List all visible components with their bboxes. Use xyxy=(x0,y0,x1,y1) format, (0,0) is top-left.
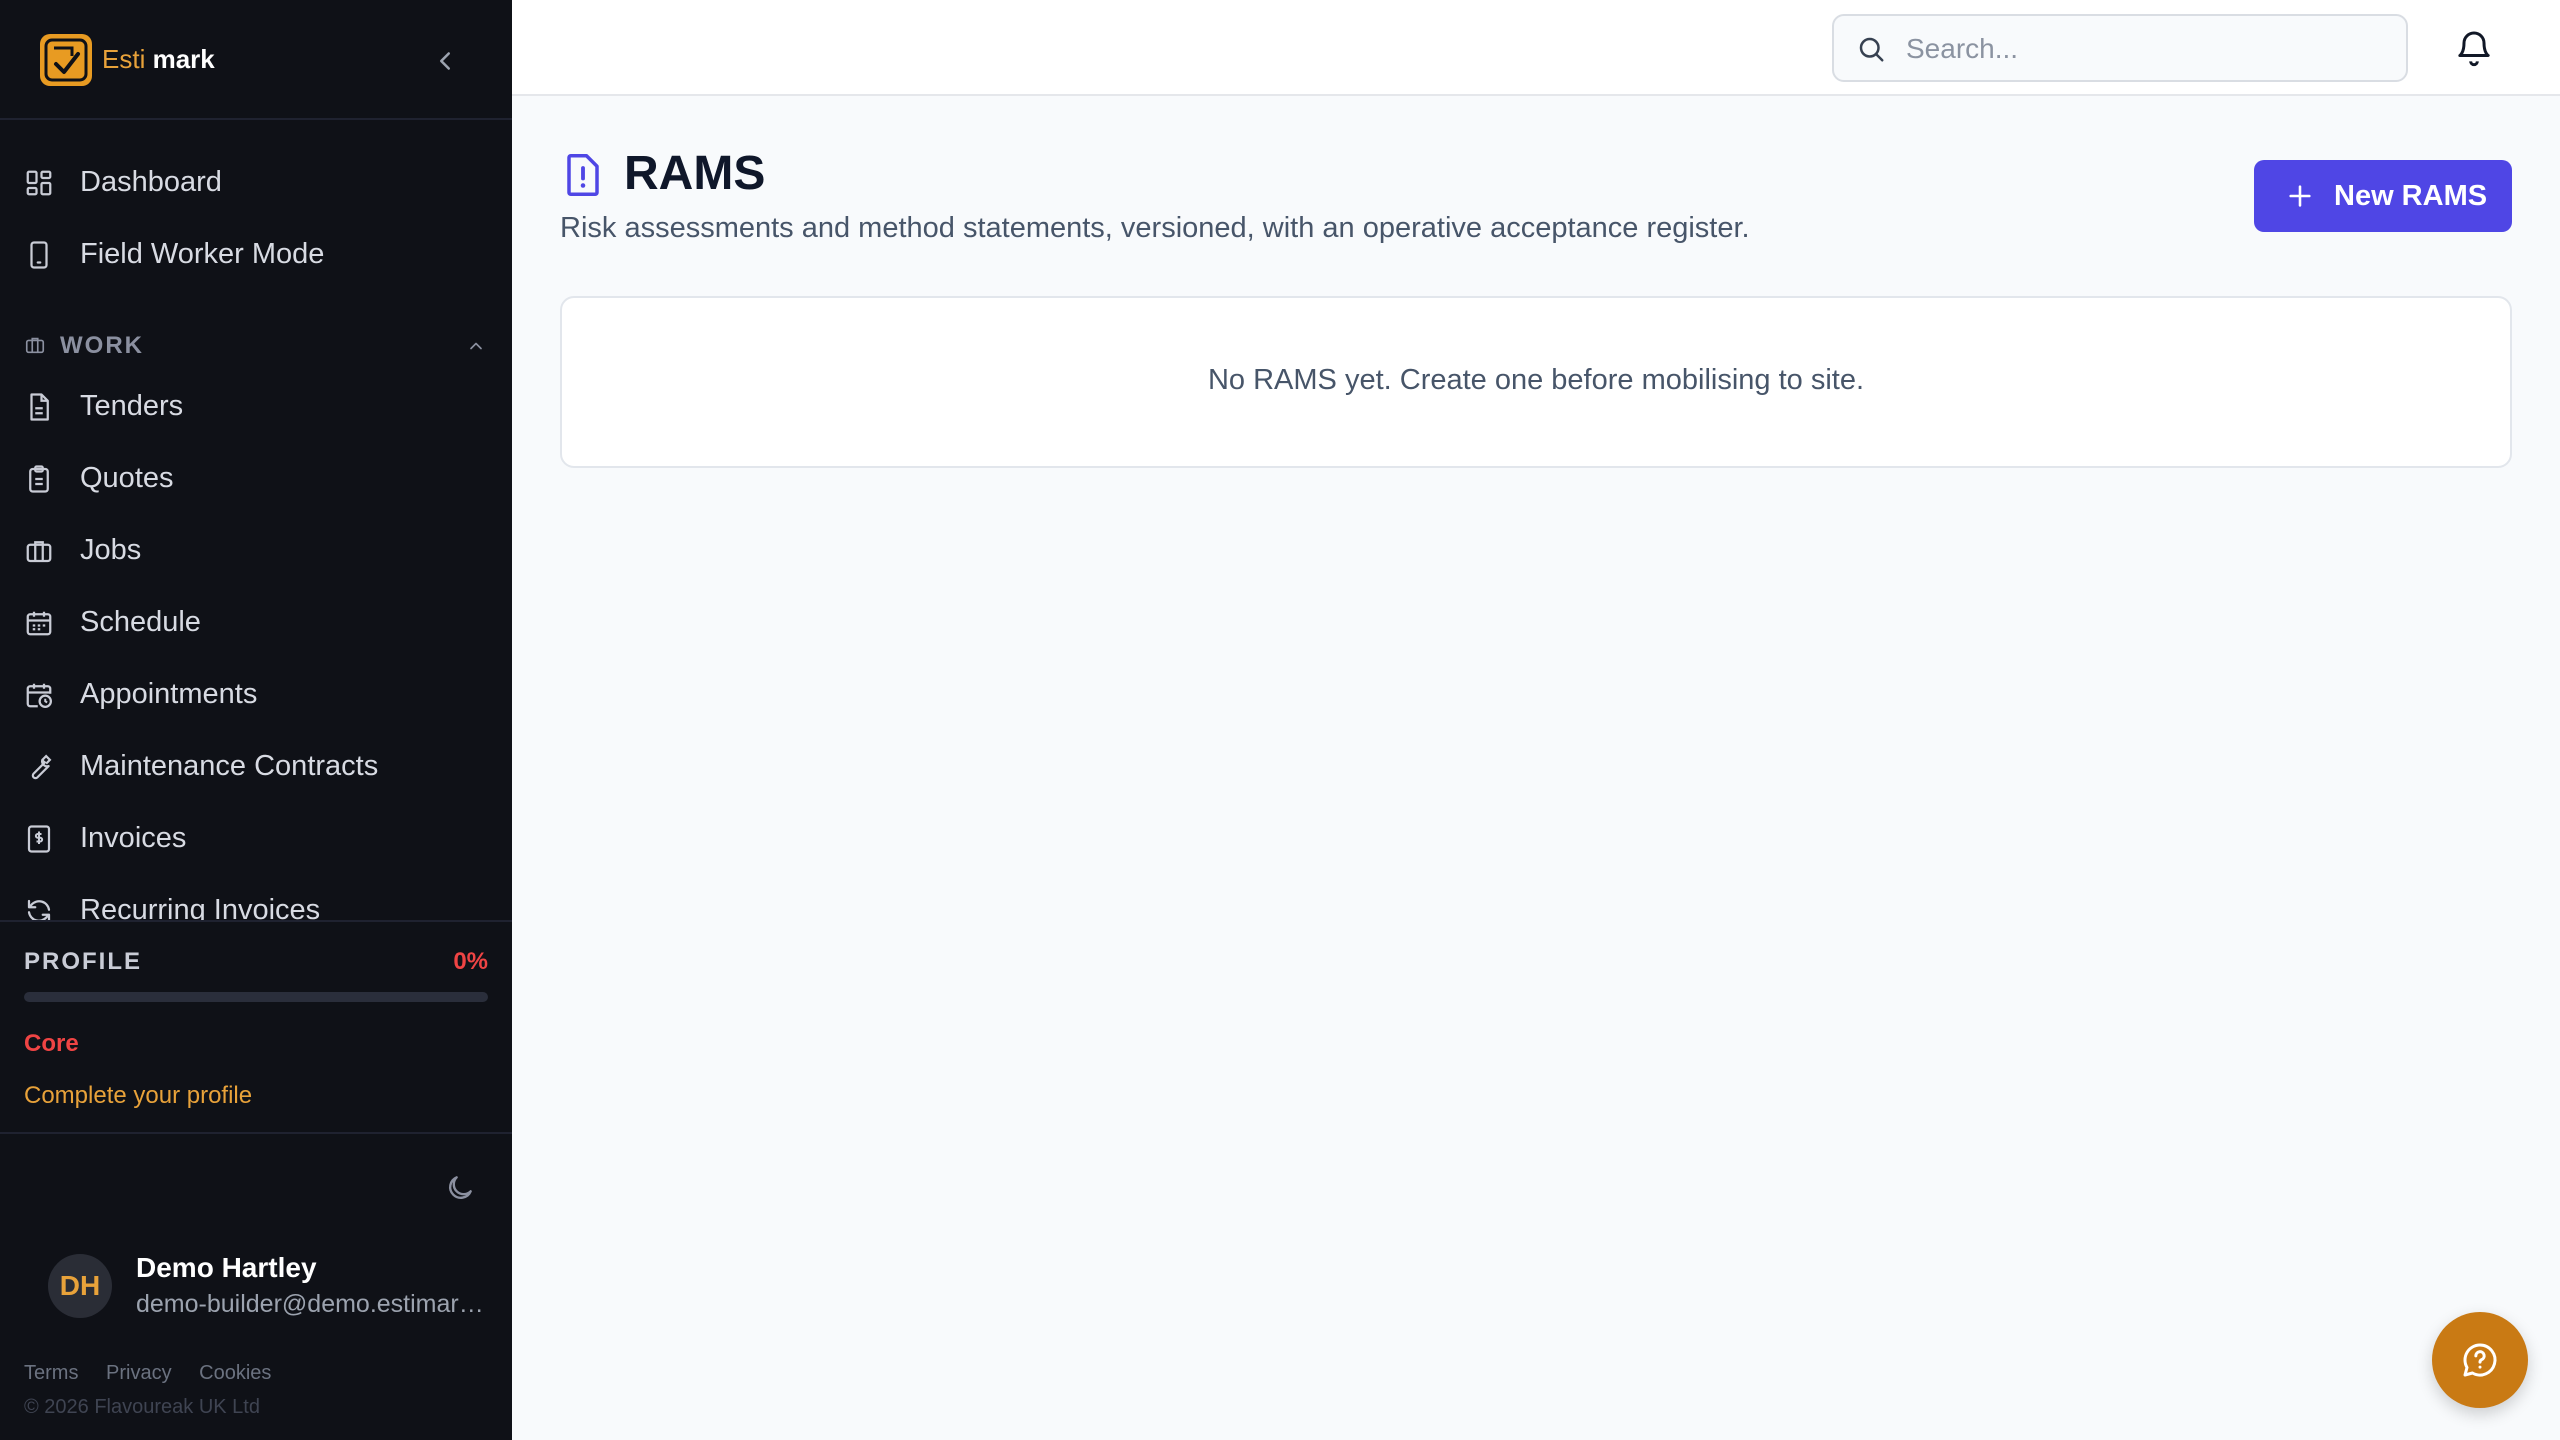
brand-name-part1: Esti xyxy=(102,44,146,74)
empty-state-card: No RAMS yet. Create one before mobilisin… xyxy=(560,296,2512,468)
profile-level: Core xyxy=(24,1030,79,1057)
copyright: © 2026 Flavoureak UK Ltd xyxy=(24,1396,260,1418)
sidebar-item-label: Schedule xyxy=(80,606,201,638)
brand-name: Esti mark xyxy=(102,44,215,75)
sidebar-item-label: Appointments xyxy=(80,678,258,710)
brand-header: Esti mark xyxy=(0,0,512,120)
new-rams-button[interactable]: New RAMS xyxy=(2254,160,2512,232)
notifications-button[interactable] xyxy=(2454,28,2494,68)
footer-links: Terms Privacy Cookies xyxy=(24,1362,293,1385)
sidebar-item-dashboard[interactable]: Dashboard xyxy=(0,150,512,214)
moon-icon xyxy=(449,1176,472,1199)
user-email: demo-builder@demo.estimark.co.uk xyxy=(136,1290,486,1318)
chevron-left-icon xyxy=(440,52,450,70)
avatar[interactable]: DH xyxy=(48,1254,112,1318)
bell-icon xyxy=(2458,31,2490,67)
page-subtitle: Risk assessments and method statements, … xyxy=(560,212,1750,244)
sidebar-item-label: Quotes xyxy=(80,462,174,494)
page-title: RAMS xyxy=(624,147,766,200)
chevron-up-icon xyxy=(470,342,482,350)
calendar-clock-icon xyxy=(26,683,52,708)
profile-percent: 0% xyxy=(453,948,488,975)
sidebar-item-maintenance-contracts[interactable]: Maintenance Contracts xyxy=(0,734,512,798)
sidebar-item-tenders[interactable]: Tenders xyxy=(0,374,512,438)
plus-icon xyxy=(2289,185,2311,207)
search-icon xyxy=(1859,37,1884,62)
document-icon xyxy=(30,393,49,421)
complete-profile-link[interactable]: Complete your profile xyxy=(24,1082,252,1110)
privacy-link[interactable]: Privacy xyxy=(106,1362,172,1384)
sidebar-item-label: Tenders xyxy=(80,390,184,422)
calendar-icon xyxy=(26,611,52,636)
chat-help-icon xyxy=(2463,1343,2497,1377)
sidebar-item-label: Field Worker Mode xyxy=(80,238,325,270)
grid-icon xyxy=(26,170,52,196)
sidebar-item-schedule[interactable]: Schedule xyxy=(0,590,512,654)
sidebar-item-label: Maintenance Contracts xyxy=(80,750,379,782)
sidebar-item-field-worker-mode[interactable]: Field Worker Mode xyxy=(0,222,512,286)
sidebar-item-label: Dashboard xyxy=(80,166,222,198)
sidebar-item-label: Jobs xyxy=(80,534,142,566)
cookies-link[interactable]: Cookies xyxy=(199,1362,271,1384)
profile-completion-panel: PROFILE 0% Core Complete your profile xyxy=(0,920,512,1134)
briefcase-icon xyxy=(26,541,52,563)
wrench-icon xyxy=(31,754,52,780)
clipboard-icon xyxy=(29,465,49,493)
file-warning-icon xyxy=(567,154,599,196)
profile-progress-bar xyxy=(24,992,488,1002)
estimark-logo-icon[interactable] xyxy=(40,34,92,86)
terms-link[interactable]: Terms xyxy=(24,1362,78,1384)
phone-icon xyxy=(30,241,48,269)
sidebar-item-quotes[interactable]: Quotes xyxy=(0,446,512,510)
sidebar-section-label: WORK xyxy=(60,332,144,359)
sidebar-item-jobs[interactable]: Jobs xyxy=(0,518,512,582)
search-input[interactable] xyxy=(1904,26,2388,72)
sidebar-item-appointments[interactable]: Appointments xyxy=(0,662,512,726)
user-name[interactable]: Demo Hartley xyxy=(136,1252,317,1284)
help-chat-button[interactable] xyxy=(2432,1312,2528,1408)
sidebar: Esti mark Dashboard Field Worker Mode WO… xyxy=(0,0,512,1440)
briefcase-icon xyxy=(25,337,45,354)
collapse-sidebar-button[interactable] xyxy=(430,46,460,76)
topbar xyxy=(512,0,2560,96)
empty-state-message: No RAMS yet. Create one before mobilisin… xyxy=(1207,364,1865,396)
sidebar-item-label: Invoices xyxy=(80,822,187,854)
theme-toggle-button[interactable] xyxy=(444,1172,476,1204)
sidebar-item-invoices[interactable]: Invoices xyxy=(0,806,512,870)
brand-name-part2: mark xyxy=(152,44,215,74)
new-rams-label: New RAMS xyxy=(2334,180,2488,212)
sidebar-section-work[interactable]: WORK xyxy=(0,326,512,366)
receipt-icon xyxy=(27,825,51,853)
profile-title: PROFILE xyxy=(24,948,143,975)
search-box[interactable] xyxy=(1832,14,2408,82)
